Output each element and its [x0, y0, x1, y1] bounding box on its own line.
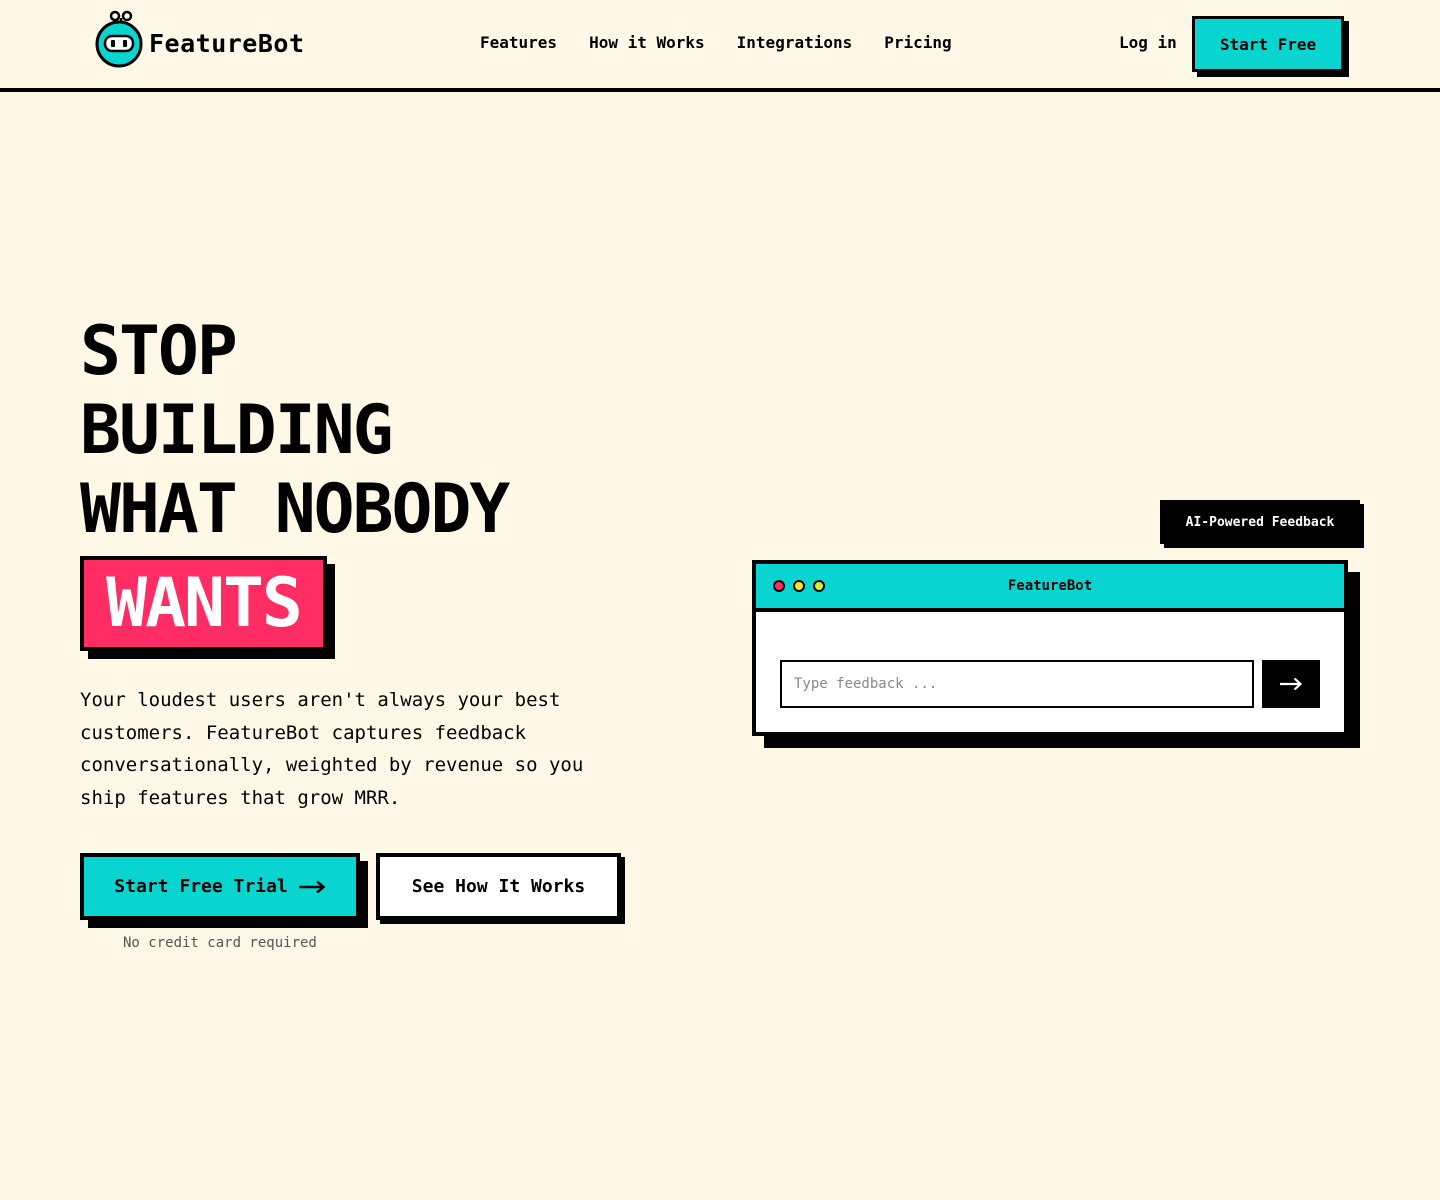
feedback-widget-window: FeatureBot — [752, 560, 1348, 736]
nav-link-how-it-works[interactable]: How it Works — [589, 33, 705, 52]
window-title: FeatureBot — [1007, 578, 1093, 594]
feedback-input[interactable] — [780, 660, 1254, 708]
robot-logo-icon — [95, 10, 143, 68]
top-nav: FeatureBot Features How it Works Integra… — [0, 0, 1440, 92]
start-free-button[interactable]: Start Free — [1192, 16, 1344, 72]
brand-name: FeatureBot — [149, 28, 305, 58]
headline-highlight-word: WANTS — [80, 556, 327, 651]
ai-powered-badge: AI-Powered Feedback — [1160, 500, 1360, 544]
see-how-it-works-button[interactable]: See How It Works — [376, 853, 621, 920]
nav-links: Features How it Works Integrations Prici… — [480, 33, 952, 52]
arrow-right-icon — [298, 880, 326, 893]
nav-link-pricing[interactable]: Pricing — [884, 33, 951, 52]
nav-link-integrations[interactable]: Integrations — [737, 33, 853, 52]
login-link[interactable]: Log in — [1119, 33, 1177, 52]
hero-headline: STOP BUILDING WHAT NOBODY — [80, 312, 510, 549]
start-free-trial-button[interactable]: Start Free Trial — [80, 853, 360, 920]
minimize-dot-icon — [793, 580, 805, 592]
no-credit-card-note: No credit card required — [123, 935, 317, 951]
close-dot-icon — [773, 580, 785, 592]
headline-line-1: STOP — [80, 312, 238, 391]
maximize-dot-icon — [813, 580, 825, 592]
hero-subcopy: Your loudest users aren't always your be… — [80, 689, 584, 809]
arrow-right-icon — [1280, 677, 1303, 691]
headline-line-2: BUILDING — [80, 391, 394, 470]
headline-line-3: WHAT NOBODY — [80, 470, 510, 549]
window-controls — [773, 580, 825, 592]
send-feedback-button[interactable] — [1262, 660, 1320, 708]
nav-link-features[interactable]: Features — [480, 33, 557, 52]
logo[interactable]: FeatureBot — [95, 10, 305, 68]
window-title-bar: FeatureBot — [756, 564, 1344, 612]
start-free-trial-label: Start Free Trial — [114, 876, 288, 897]
